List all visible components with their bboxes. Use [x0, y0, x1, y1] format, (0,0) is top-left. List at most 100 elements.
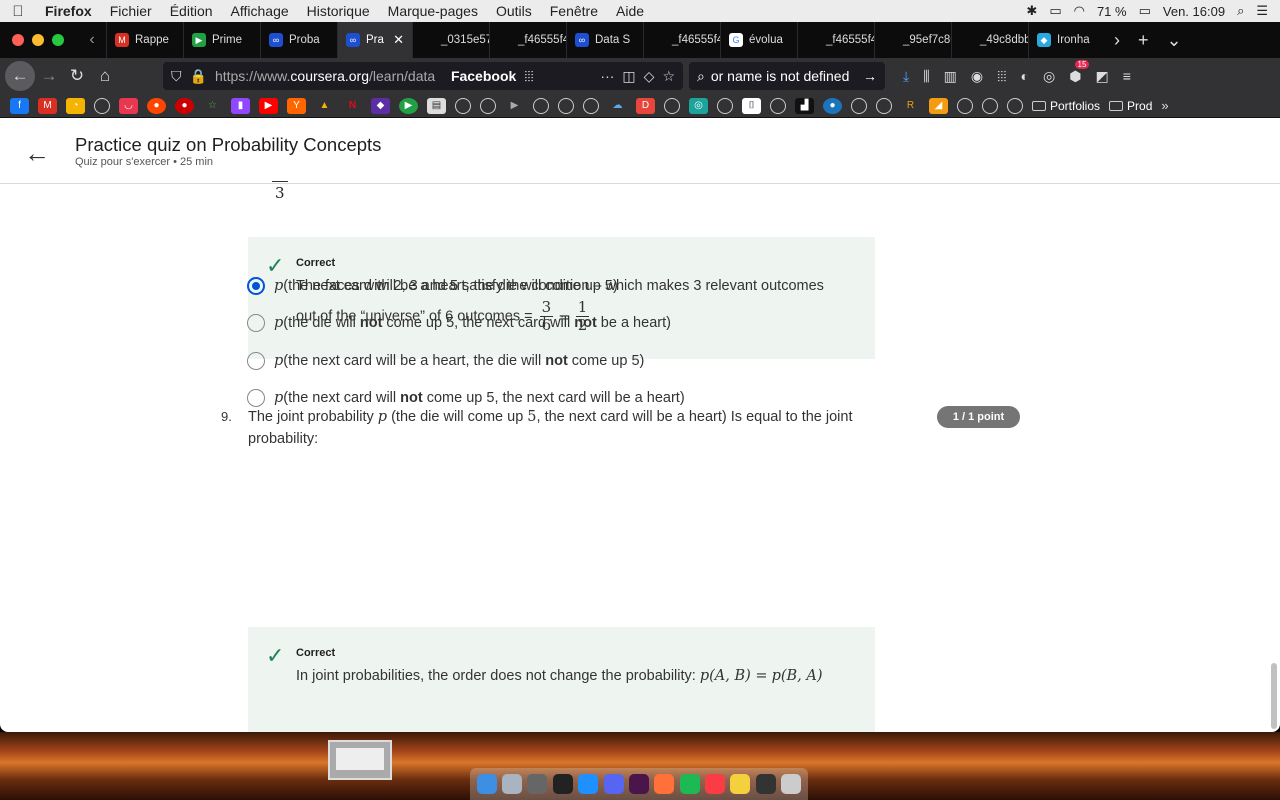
notes-icon[interactable] [730, 774, 751, 794]
sidebar-icon[interactable]: ▥ [944, 68, 957, 85]
bookmark-star-icon[interactable]: ☆ [662, 68, 675, 85]
d-bookmark-icon[interactable]: D [636, 97, 655, 114]
globe-bookmark-icon[interactable] [94, 97, 110, 114]
extension-flag-icon[interactable]: ◩ [1095, 68, 1108, 85]
globe-bookmark-icon-12[interactable] [957, 97, 973, 114]
browser-tab[interactable]: ◆ Ironha [1028, 22, 1105, 58]
globe-bookmark-icon-6[interactable] [583, 97, 599, 114]
browser-tab[interactable]: Gévolua [720, 22, 797, 58]
globe-bookmark-icon-7[interactable] [664, 97, 680, 114]
play-bookmark-icon[interactable]: ▶ [399, 97, 418, 114]
account-icon[interactable]: ◉ [971, 68, 983, 85]
radio-button[interactable] [247, 314, 265, 332]
new-tab-button[interactable]: + [1129, 30, 1158, 51]
close-window-button[interactable] [12, 34, 24, 46]
bookmark-folder-portfolios[interactable]: Portfolios [1032, 99, 1100, 113]
extension-icon[interactable]: ◐ [1021, 68, 1029, 84]
gmail-bookmark-icon[interactable]: M [38, 97, 57, 114]
page-scrollbar[interactable] [1271, 663, 1277, 729]
briefcase-icon[interactable] [755, 774, 776, 794]
pocket-icon[interactable]: ◫ [622, 68, 635, 85]
system-preferences-icon[interactable] [527, 774, 548, 794]
menu-historique[interactable]: Historique [298, 3, 379, 19]
browser-tab[interactable]: _49c8dbb [951, 22, 1028, 58]
wifi-icon[interactable]: ◠ [1074, 3, 1085, 19]
radio-button[interactable] [247, 352, 265, 370]
keep-bookmark-icon[interactable]: ◔ [66, 97, 85, 114]
globe-bookmark-icon-3[interactable] [480, 97, 496, 114]
minimize-window-button[interactable] [32, 34, 44, 46]
browser-tab[interactable]: _f46555f4 [489, 22, 566, 58]
launchpad-icon[interactable] [502, 774, 523, 794]
firefox-icon[interactable] [654, 774, 675, 794]
clock[interactable]: Ven. 16:09 [1163, 4, 1225, 19]
download-icon[interactable]: ⤓ [903, 68, 909, 85]
rss-bookmark-icon[interactable]: ◢ [929, 97, 948, 114]
menu-outils[interactable]: Outils [487, 3, 541, 19]
globe-bookmark-icon-10[interactable] [851, 97, 867, 114]
search-bar[interactable]: ⌕ or name is not defined → [689, 62, 885, 90]
shield-icon[interactable]: ⛉ [171, 68, 182, 85]
list-all-tabs-icon[interactable]: ⌄ [1158, 30, 1191, 51]
hackernews-bookmark-icon[interactable]: Y [287, 97, 306, 114]
app-store-icon[interactable] [578, 774, 599, 794]
menu-marque-pages[interactable]: Marque-pages [379, 3, 487, 19]
back-button[interactable]: ← [5, 61, 35, 91]
browser-tab[interactable]: _f46555f4 [797, 22, 874, 58]
tab-scroll-left-icon[interactable]: ‹ [78, 31, 106, 49]
facebook-container-label[interactable]: Facebook [451, 68, 516, 84]
lock-icon[interactable]: 🔒 [190, 68, 207, 85]
browser-tab[interactable]: _f46555f4 [643, 22, 720, 58]
bracket-bookmark-icon[interactable]: ⌷ [742, 97, 761, 114]
container-icon[interactable]: ⦙⦙⦙ [997, 68, 1006, 85]
globe-bookmark-icon-2[interactable] [455, 97, 471, 114]
pocket-bookmark-icon[interactable]: ◡ [119, 97, 138, 114]
answer-option[interactable]: p(the next card will be a heart, the die… [247, 352, 644, 370]
extension-owl-icon[interactable]: ◎ [1043, 68, 1055, 85]
slack-icon[interactable] [628, 774, 649, 794]
fence-icon[interactable]: ⦙⦙⦙ [524, 68, 533, 85]
battery-percent[interactable]: 71 % [1097, 4, 1127, 19]
home-button[interactable]: ⌂ [91, 66, 119, 86]
zoom-window-button[interactable] [52, 34, 64, 46]
back-arrow-icon[interactable]: ← [24, 138, 50, 169]
answer-option[interactable]: p(the die will not come up 5, the next c… [247, 314, 671, 332]
steam-bookmark-icon[interactable]: ● [823, 97, 842, 114]
browser-tab[interactable]: M Rappe [106, 22, 183, 58]
page-actions-icon[interactable]: ··· [600, 68, 614, 84]
purple-bookmark-icon[interactable]: ◆ [371, 97, 390, 114]
tab-list-chevron-icon[interactable]: › [1105, 30, 1129, 51]
music-icon[interactable] [705, 774, 726, 794]
browser-tab[interactable]: _95ef7c80 [874, 22, 951, 58]
apple-menu-icon[interactable]:  [0, 3, 36, 20]
menu-icon[interactable]: ≡ [1123, 68, 1131, 84]
browser-tab[interactable]: _0315e57c [412, 22, 489, 58]
answer-option[interactable]: p(the next card will not come up 5, the … [247, 389, 685, 407]
globe-bookmark-icon-11[interactable] [876, 97, 892, 114]
lastfm-bookmark-icon[interactable]: ● [175, 97, 194, 114]
play-arrow-bookmark-icon[interactable]: ▶ [505, 98, 524, 114]
finder-icon[interactable] [476, 774, 497, 794]
terminal-icon[interactable] [552, 774, 573, 794]
menu-fichier[interactable]: Fichier [101, 3, 161, 19]
discord-icon[interactable] [603, 774, 624, 794]
doc-bookmark-icon[interactable]: ▤ [427, 97, 446, 114]
battery-icon[interactable]: ▭ [1139, 3, 1151, 19]
globe-bookmark-icon-13[interactable] [982, 97, 998, 114]
reload-button[interactable]: ↻ [63, 66, 91, 86]
menu-fenetre[interactable]: Fenêtre [541, 3, 607, 19]
globe-bookmark-icon-4[interactable] [533, 97, 549, 114]
menu-edition[interactable]: Édition [161, 3, 222, 19]
browser-tab[interactable]: ∞ Pra ✕ [337, 22, 412, 58]
tag-icon[interactable]: ◇ [644, 68, 655, 85]
cloud-bookmark-icon[interactable]: ☁ [608, 98, 627, 114]
browser-tab[interactable]: ∞ Proba [260, 22, 337, 58]
bookmark-folder-prod[interactable]: Prod [1109, 99, 1152, 113]
twitch-bookmark-icon[interactable]: ▮ [231, 97, 250, 114]
globe-bookmark-icon-9[interactable] [770, 97, 786, 114]
netflix-bookmark-icon[interactable]: N [343, 98, 362, 114]
menu-affichage[interactable]: Affichage [222, 3, 298, 19]
spotlight-icon[interactable]: ⌕ [1237, 3, 1244, 19]
menu-app-firefox[interactable]: Firefox [36, 3, 101, 19]
forward-button[interactable]: → [35, 66, 63, 86]
